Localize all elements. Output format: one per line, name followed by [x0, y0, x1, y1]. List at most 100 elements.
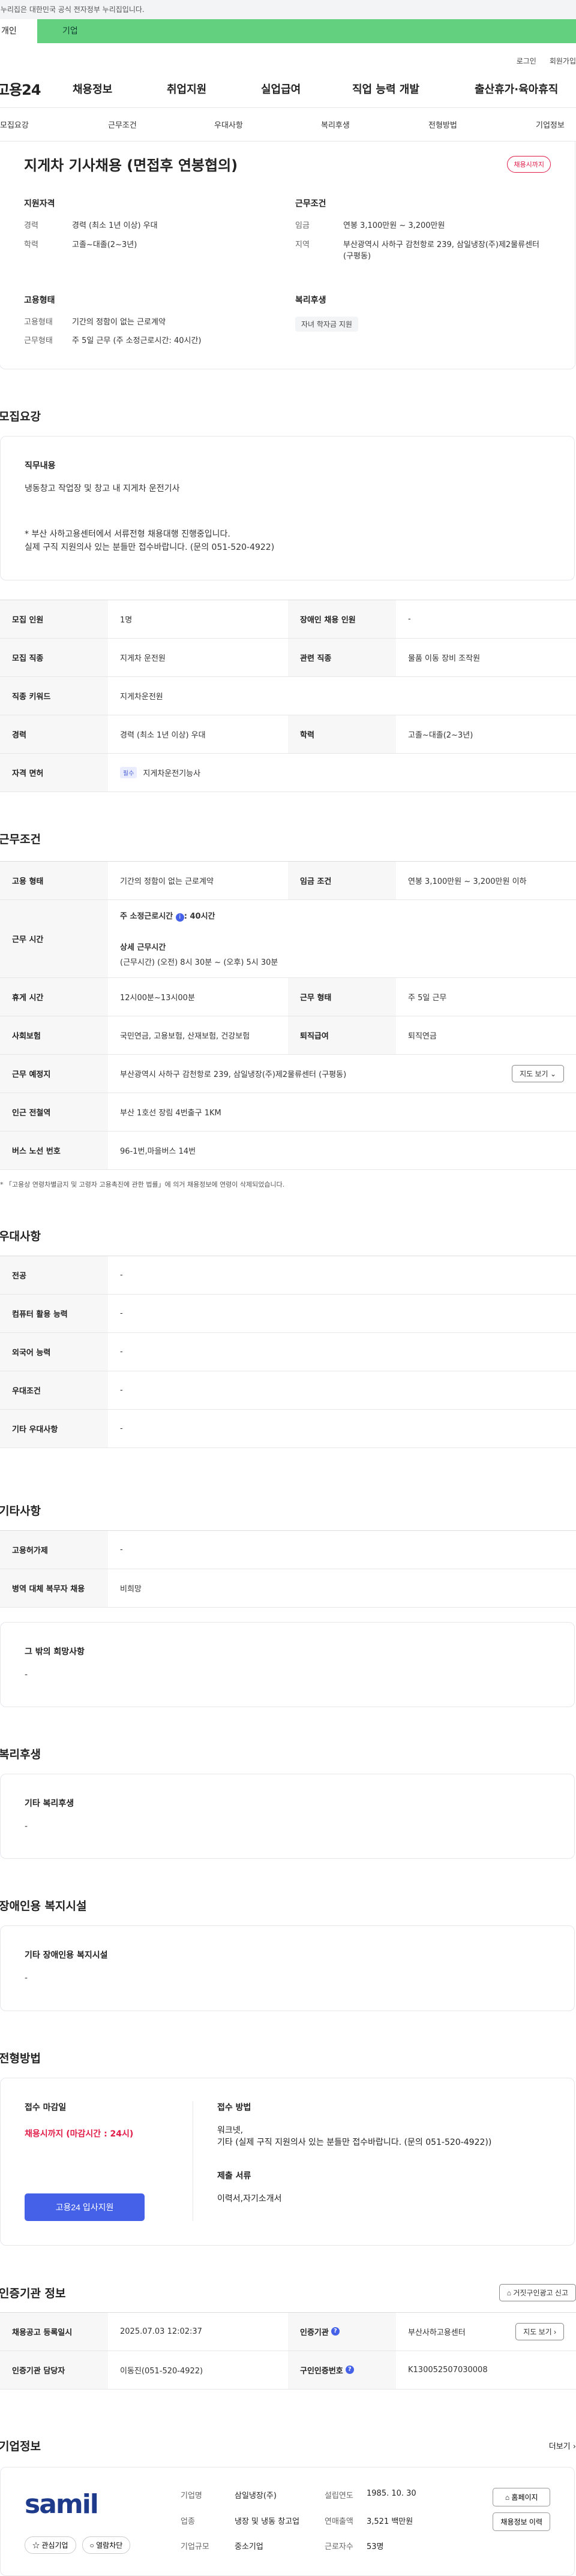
duty-title: 직무내용 — [25, 461, 56, 471]
job-history-button[interactable]: 채용정보 이력 — [493, 2512, 550, 2531]
false-ad-report-button[interactable]: ⌂ 거짓구인광고 신고 — [499, 2283, 576, 2301]
tab-personal[interactable]: 개인 — [0, 19, 37, 43]
info-icon[interactable]: ? — [331, 2327, 340, 2336]
th: 임금 조건 — [288, 861, 396, 899]
gnb-employment-support[interactable]: 취업지원 — [167, 81, 261, 97]
cert-table: 채용공고 등록일시 2025.07.03 12:02:37 인증기관? 부산사하고… — [0, 2312, 576, 2390]
place-value: 부산광역시 사하구 감천항로 239, 삼일냉장(주)제2물류센터 (구평동) — [120, 1070, 347, 1079]
th: 관련 직종 — [288, 638, 396, 676]
info-icon[interactable]: i — [175, 913, 184, 922]
time-total-label: 주 소정근로시간 — [120, 912, 176, 922]
th: 학력 — [288, 715, 396, 753]
block-view-button[interactable]: ○ 열람차단 — [82, 2536, 131, 2554]
label: 고용형태 — [24, 317, 53, 327]
user-type-tabs: 개인 기업 — [0, 19, 576, 43]
value: 중소기업 — [235, 2542, 263, 2552]
gnb-maternity-leave[interactable]: 출산휴가·육아휴직 — [475, 81, 558, 97]
org-value: 부산사하고용센터 — [408, 2328, 466, 2337]
time-detail: (근무시간) (오전) 8시 30분 ~ (오후) 5시 30분 — [120, 958, 278, 968]
td: - — [408, 614, 411, 624]
gnb-vocational-training[interactable]: 직업 능력 개발 — [352, 81, 475, 97]
login-link[interactable]: 로그인 — [517, 56, 536, 66]
subnav-conditions[interactable]: 근무조건 — [108, 119, 137, 130]
employment-block: 고용형태 고용형태 기간의 정함이 없는 근로계약 근무형태 주 5일 근무 (주 … — [24, 294, 295, 354]
td: 고졸~대졸(2~3년) — [408, 730, 473, 740]
section-subnav: 모집요강 근무조건 우대사항 복리후생 전형방법 기업정보 — [0, 108, 576, 142]
td: 연봉 3,100만원 ~ 3,200만원 이하 — [408, 877, 527, 886]
method-value-1: 워크넷, — [217, 2125, 244, 2135]
time-detail-title: 상세 근무시간 — [120, 943, 166, 953]
value: 3,521 백만원 — [367, 2517, 413, 2526]
table-row: 모집 직종 지게차 운전원 관련 직종 물품 이동 장비 조작원 — [0, 638, 576, 677]
prefer-table: 전공 - 컴퓨터 활용 능력 - 외국어 능력 - 우대조건 - 기타 우대사항 - — [0, 1255, 576, 1448]
method-value-2: 기타 (실제 구직 지원의사 있는 분들만 접수바랍니다. (문의 051-52… — [217, 2137, 492, 2147]
td: K130052507030008 — [408, 2365, 488, 2375]
td: 퇴직연금 — [408, 1031, 437, 1041]
deadline-badge: 채용시까지 — [507, 156, 551, 173]
docs-title: 제출 서류 — [217, 2171, 251, 2181]
table-row: 우대조건 - — [0, 1371, 576, 1410]
value: 경력 (최소 1년 이상) 우대 — [72, 221, 158, 230]
section-title-apply: 전형방법 — [0, 2051, 41, 2065]
subnav-welfare[interactable]: 복리후생 — [321, 119, 350, 130]
label: 연매출액 — [325, 2517, 353, 2526]
home-icon: ⌂ — [505, 2493, 510, 2502]
td: 주 소정근로시간 i: 40시간 상세 근무시간 (근무시간) (오전) 8시 … — [108, 900, 576, 977]
table-row: 휴게 시간 12시00분~13시00분 근무 형태 주 5일 근무 — [0, 977, 576, 1016]
chevron-down-icon: ⌄ — [550, 1069, 556, 1078]
age-note: * 「고용상 연령차별금지 및 고령자 고용촉진에 관한 법률」에 의거 채용정… — [0, 1180, 285, 1188]
apply-button[interactable]: 고용24 입사지원 — [25, 2193, 145, 2221]
subnav-recruit[interactable]: 모집요강 — [0, 119, 29, 130]
time-total-hours: : 40시간 — [184, 912, 215, 922]
th: 직종 키워드 — [0, 676, 108, 715]
th: 우대조건 — [0, 1371, 108, 1409]
table-row: 기타 우대사항 - — [0, 1409, 576, 1448]
id-label: 구인인증번호 — [300, 2366, 343, 2376]
welfare-card: 기타 복리후생 - — [0, 1774, 575, 1859]
duty-card: 직무내용 냉동창고 작업장 및 창고 내 지게차 운전기사 * 부산 사하고용센… — [0, 435, 575, 580]
subnav-company[interactable]: 기업정보 — [536, 119, 565, 130]
subnav-selection[interactable]: 전형방법 — [428, 119, 457, 130]
company-more-link[interactable]: 더보기 › — [549, 2440, 576, 2451]
value: 기간의 정함이 없는 근로계약 — [72, 317, 166, 327]
td: - — [120, 1385, 123, 1395]
favorite-company-button[interactable]: ☆ 관심기업 — [25, 2536, 76, 2554]
section-title-work: 근무조건 — [0, 832, 41, 846]
th: 인근 전철역 — [0, 1093, 108, 1131]
site-logo[interactable]: 고용24 — [0, 78, 73, 99]
th: 인증기관? — [288, 2312, 396, 2351]
info-icon[interactable]: ? — [345, 2366, 354, 2375]
org-map-button[interactable]: 지도 보기 › — [515, 2322, 564, 2340]
th: 고용 형태 — [0, 861, 108, 899]
value: 고졸~대졸(2~3년) — [72, 240, 137, 249]
job-summary-card: 지게차 기사채용 (면접후 연봉협의) 채용시까지 지원자격 경력 경력 (최소 … — [0, 142, 575, 369]
value: 냉장 및 냉동 창고업 — [235, 2517, 300, 2526]
company-info: 기업명 삼일냉장(주) 설립연도 1985. 10. 30 업종 냉장 및 냉동 창고… — [181, 2489, 487, 2554]
label: 기업규모 — [181, 2542, 209, 2552]
th: 인증기관 담당자 — [0, 2351, 108, 2389]
homepage-button[interactable]: ⌂ 홈페이지 — [493, 2487, 550, 2506]
th: 모집 직종 — [0, 638, 108, 676]
gnb-unemployment-benefit[interactable]: 실업급여 — [261, 81, 352, 97]
td: - — [120, 1347, 123, 1356]
td: 지게차운전원 — [120, 692, 163, 702]
td: 기간의 정함이 없는 근로계약 — [120, 877, 214, 886]
deadline-title: 접수 마감일 — [25, 2102, 67, 2112]
map-view-button[interactable]: 지도 보기 ⌄ — [512, 1064, 564, 1082]
join-link[interactable]: 회원가입 — [550, 56, 576, 66]
tab-company[interactable]: 기업 — [37, 19, 576, 43]
td: 필수 지게차운전기능사 — [108, 754, 576, 792]
value: 53명 — [367, 2542, 384, 2552]
td: 2025.07.03 12:02:37 — [120, 2327, 202, 2336]
table-row: 인근 전철역 부산 1호선 장림 4번출구 1KM — [0, 1093, 576, 1131]
duty-notice-1: * 부산 사하고용센터에서 서류전형 채용대행 진행중입니다. — [25, 529, 230, 539]
block-label: 열람차단 — [96, 2541, 123, 2550]
map-label: 지도 보기 — [523, 2327, 552, 2336]
label: 지역 — [295, 240, 310, 249]
other-table: 고용허가제 - 병역 대체 복무자 채용 비희망 — [0, 1530, 576, 1608]
subnav-prefer[interactable]: 우대사항 — [214, 119, 243, 130]
org-label: 인증기관 — [300, 2328, 329, 2337]
td: - — [120, 1545, 123, 1554]
gnb-job-info[interactable]: 채용정보 — [73, 81, 167, 97]
welfare-chip: 자녀 학자금 지원 — [295, 316, 358, 332]
